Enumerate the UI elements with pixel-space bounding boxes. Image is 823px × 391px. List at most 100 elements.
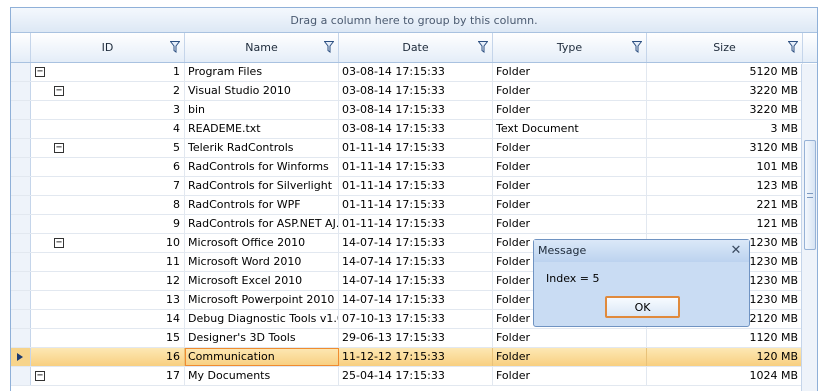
filter-icon[interactable] [170,41,180,53]
cell-name[interactable]: Microsoft Office 2010 [185,234,339,252]
row-indicator[interactable] [11,291,31,309]
row-indicator[interactable] [11,139,31,157]
cell-date[interactable]: 03-08-14 17:15:33 [339,120,493,138]
cell-type[interactable]: Folder [493,348,647,366]
row-indicator[interactable] [11,120,31,138]
row-indicator[interactable] [11,101,31,119]
table-row[interactable]: 3 bin 03-08-14 17:15:33 Folder 3220 MB [11,101,817,120]
cell-type[interactable]: Text Document [493,120,647,138]
cell-size[interactable]: 1024 MB [647,367,803,385]
cell-id[interactable]: 4 [31,120,185,138]
row-indicator[interactable] [11,367,31,385]
cell-id[interactable]: −2 [31,82,185,100]
column-header-size[interactable]: Size [647,33,803,62]
filter-icon[interactable] [632,41,642,53]
collapse-icon[interactable]: − [54,238,64,248]
cell-size[interactable]: 121 MB [647,215,803,233]
row-indicator[interactable] [11,272,31,290]
cell-name[interactable]: Microsoft Word 2010 [185,253,339,271]
cell-name[interactable]: Designer's 3D Tools [185,329,339,347]
column-header-name[interactable]: Name [185,33,339,62]
cell-name[interactable]: RadControls for Winforms [185,158,339,176]
cell-date[interactable]: 01-11-14 17:15:33 [339,196,493,214]
cell-size[interactable]: 3220 MB [647,82,803,100]
cell-id[interactable]: 14 [31,310,185,328]
cell-date[interactable]: 03-08-14 17:15:33 [339,82,493,100]
collapse-icon[interactable]: − [35,67,45,77]
cell-id[interactable]: 12 [31,272,185,290]
cell-date[interactable]: 14-07-14 17:15:33 [339,234,493,252]
cell-size[interactable]: 3220 MB [647,101,803,119]
row-indicator[interactable] [11,63,31,81]
cell-name[interactable]: Microsoft Powerpoint 2010 [185,291,339,309]
cell-date[interactable]: 03-08-14 17:15:33 [339,101,493,119]
table-row[interactable]: −5 Telerik RadControls 01-11-14 17:15:33 Fo… [11,139,817,158]
collapse-icon[interactable]: − [54,86,64,96]
table-row[interactable]: − 17 My Documents 25-04-14 17:15:33 Folder 10… [11,367,817,386]
cell-id[interactable]: 13 [31,291,185,309]
cell-date[interactable]: 07-10-13 17:15:33 [339,310,493,328]
table-row[interactable]: 15 Designer's 3D Tools 29-06-13 17:15:33 Fo… [11,329,817,348]
cell-name[interactable]: Microsoft Excel 2010 [185,272,339,290]
table-row[interactable]: −2 Visual Studio 2010 03-08-14 17:15:33 Fol… [11,82,817,101]
cell-type[interactable]: Folder [493,139,647,157]
filter-icon[interactable] [324,41,334,53]
row-indicator[interactable] [11,348,31,366]
row-indicator[interactable] [11,196,31,214]
cell-type[interactable]: Folder [493,82,647,100]
table-row[interactable]: 8 RadControls for WPF 01-11-14 17:15:33 Fol… [11,196,817,215]
close-icon[interactable]: ✕ [729,240,743,262]
cell-id[interactable]: 15 [31,329,185,347]
row-indicator[interactable] [11,158,31,176]
cell-size[interactable]: 1120 MB [647,329,803,347]
cell-date[interactable]: 14-07-14 17:15:33 [339,272,493,290]
cell-size[interactable]: 221 MB [647,196,803,214]
table-row[interactable]: 16 Communication 11-12-12 17:15:33 Folder 12… [11,348,817,367]
cell-size[interactable]: 3120 MB [647,139,803,157]
cell-type[interactable]: Folder [493,367,647,385]
cell-id[interactable]: 16 [31,348,185,366]
cell-name[interactable]: bin [185,101,339,119]
cell-size[interactable]: 120 MB [647,348,803,366]
cell-date[interactable]: 01-11-14 17:15:33 [339,158,493,176]
cell-type[interactable]: Folder [493,177,647,195]
cell-id[interactable]: 11 [31,253,185,271]
group-panel[interactable]: Drag a column here to group by this colu… [11,8,817,33]
cell-type[interactable]: Folder [493,63,647,81]
filter-icon[interactable] [788,41,798,53]
cell-name[interactable]: Telerik RadControls [185,139,339,157]
cell-date[interactable]: 01-11-14 17:15:33 [339,215,493,233]
cell-name[interactable]: Visual Studio 2010 [185,82,339,100]
collapse-icon[interactable]: − [54,143,64,153]
table-row[interactable]: 6 RadControls for Winforms 01-11-14 17:15:… [11,158,817,177]
cell-size[interactable]: 123 MB [647,177,803,195]
cell-id[interactable]: 3 [31,101,185,119]
cell-id[interactable]: −5 [31,139,185,157]
ok-button[interactable]: OK [605,296,680,318]
cell-type[interactable]: Folder [493,329,647,347]
cell-date[interactable]: 03-08-14 17:15:33 [339,63,493,81]
scrollbar-thumb[interactable] [804,140,816,250]
cell-date[interactable]: 14-07-14 17:15:33 [339,291,493,309]
column-header-date[interactable]: Date [339,33,493,62]
cell-name[interactable]: Program Files [185,63,339,81]
cell-name[interactable]: Communication [185,348,339,366]
cell-type[interactable]: Folder [493,215,647,233]
row-indicator[interactable] [11,310,31,328]
cell-name[interactable]: READEME.txt [185,120,339,138]
cell-date[interactable]: 01-11-14 17:15:33 [339,139,493,157]
cell-name[interactable]: Debug Diagnostic Tools v1.0 [185,310,339,328]
row-indicator[interactable] [11,253,31,271]
cell-id[interactable]: 9 [31,215,185,233]
cell-type[interactable]: Folder [493,196,647,214]
cell-date[interactable]: 14-07-14 17:15:33 [339,253,493,271]
row-indicator[interactable] [11,82,31,100]
cell-id[interactable]: − 17 [31,367,185,385]
cell-name[interactable]: My Documents [185,367,339,385]
row-indicator[interactable] [11,234,31,252]
table-row[interactable]: −1 Program Files 03-08-14 17:15:33 Folder 51… [11,63,817,82]
cell-type[interactable]: Folder [493,101,647,119]
cell-id[interactable]: 6 [31,158,185,176]
collapse-icon[interactable]: − [35,371,45,381]
cell-name[interactable]: RadControls for WPF [185,196,339,214]
